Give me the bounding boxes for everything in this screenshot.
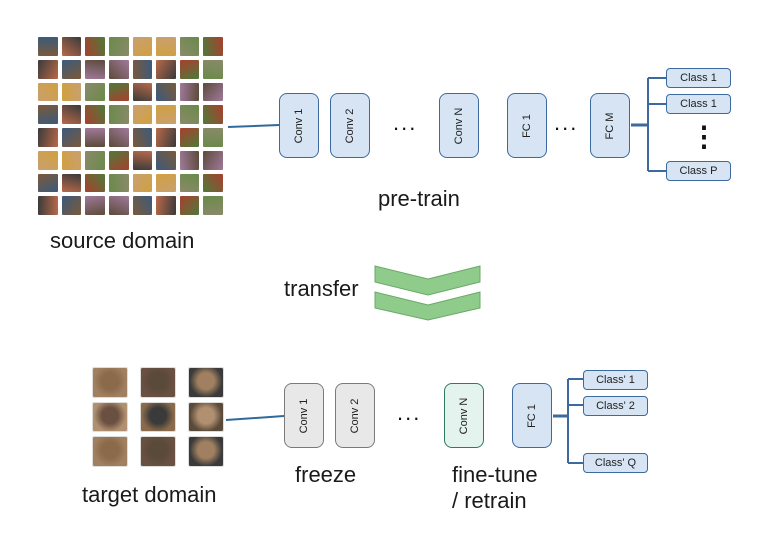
layer-label: Conv N	[453, 107, 465, 144]
layer-label: FC M	[604, 112, 616, 139]
transfer-label: transfer	[284, 276, 359, 301]
bottom-class-branches	[553, 378, 583, 464]
source-to-conv1-line	[227, 124, 280, 128]
transfer-learning-diagram: source domain target domain Conv 1 Conv …	[0, 0, 770, 545]
bottom-class-2: Class' 2	[583, 396, 648, 416]
layer-label: Conv 1	[298, 398, 310, 433]
pre-train-label: pre-train	[378, 186, 460, 211]
bottom-ellipsis: ...	[397, 400, 422, 425]
layer-label: Conv N	[458, 397, 470, 434]
layer-label: FC 1	[521, 113, 533, 138]
target-to-conv1-line	[225, 415, 285, 421]
top-layer-conv2: Conv 2	[330, 93, 370, 158]
layer-label: Conv 2	[349, 398, 361, 433]
top-layer-conv1: Conv 1	[279, 93, 319, 158]
top-class-P: Class P	[666, 161, 731, 181]
top-class-vertical-ellipsis: ⋮	[690, 121, 720, 152]
bottom-layer-fc1: FC 1	[512, 383, 552, 448]
top-layer-fcM: FC M	[590, 93, 630, 158]
bottom-layer-convN-finetune: Conv N	[444, 383, 484, 448]
layer-label: Conv 2	[344, 108, 356, 143]
top-layer-fc1: FC 1	[507, 93, 547, 158]
layer-label: FC 1	[526, 403, 538, 428]
fine-tune-label: fine-tune	[452, 462, 538, 487]
layer-label: Conv 1	[293, 108, 305, 143]
connector-lines	[225, 77, 666, 464]
retrain-label: / retrain	[452, 488, 527, 513]
top-ellipsis: ...	[393, 110, 418, 135]
bottom-layer-conv1-frozen: Conv 1	[284, 383, 324, 448]
top-layer-convN: Conv N	[439, 93, 479, 158]
transfer-arrow-icon	[374, 265, 481, 321]
freeze-label: freeze	[295, 462, 357, 487]
top-fc-ellipsis: ...	[554, 110, 579, 135]
bottom-class-1: Class' 1	[583, 370, 648, 390]
top-class-branches	[631, 77, 666, 172]
bottom-layer-conv2-frozen: Conv 2	[335, 383, 375, 448]
bottom-class-Q: Class' Q	[583, 453, 648, 473]
top-class-1: Class 1	[666, 68, 731, 88]
top-class-2: Class 1	[666, 94, 731, 114]
